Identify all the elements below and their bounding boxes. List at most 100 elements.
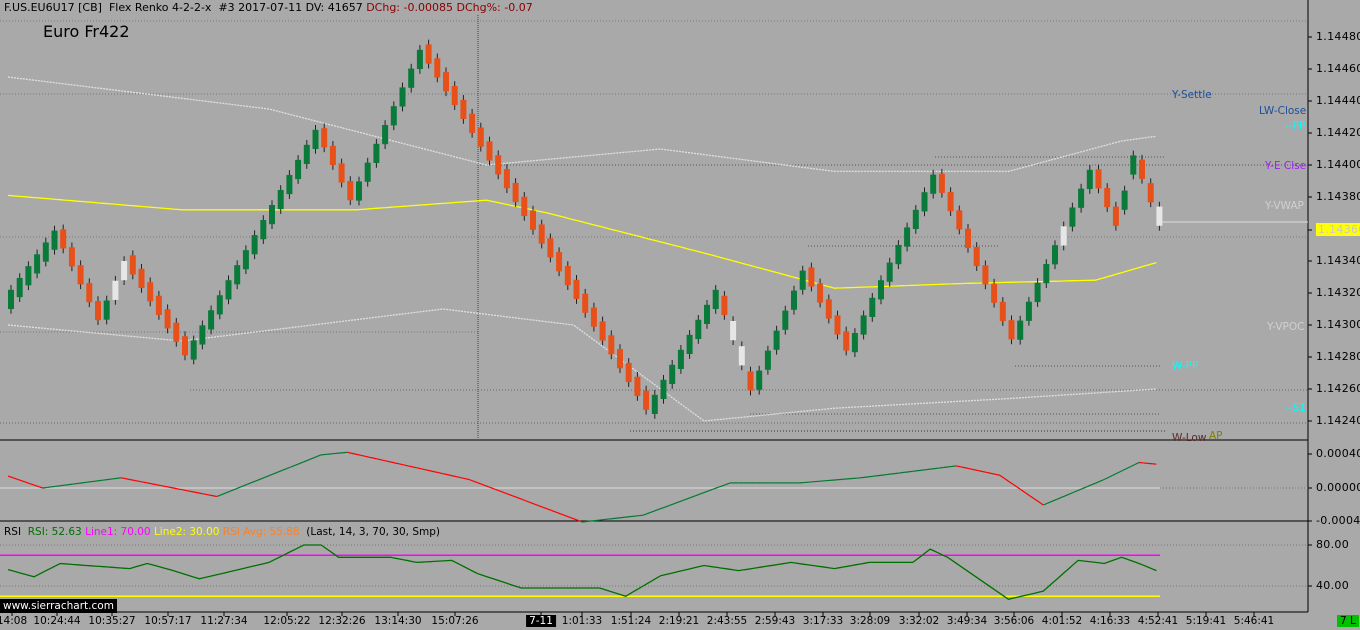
time-label-text: 3:56:06 <box>993 615 1035 627</box>
time-label-text: 12:32:26 <box>318 615 366 627</box>
oscillator-segment <box>951 465 957 468</box>
oscillator-segment <box>708 488 713 492</box>
oscillator-segment <box>1021 489 1027 494</box>
renko-brick <box>808 267 815 287</box>
oscillator-segment <box>264 475 270 478</box>
level-label: AP <box>1209 430 1223 442</box>
renko-brick <box>503 169 510 189</box>
oscillator-axis-label: 0.00000 <box>1316 481 1360 494</box>
renko-brick <box>1139 159 1145 179</box>
renko-brick <box>617 349 623 369</box>
oscillator-segment <box>60 484 65 487</box>
oscillator-segment <box>55 485 61 487</box>
renko-brick <box>469 113 476 133</box>
oscillator-segment <box>1043 502 1048 506</box>
renko-brick <box>86 283 93 303</box>
time-label-text: 3:28:09 <box>849 615 891 627</box>
rsi-avg: RSI Avg: 55.88 <box>222 526 300 538</box>
oscillator-segment <box>251 480 257 484</box>
time-label-text: 3:17:33 <box>802 615 844 627</box>
oscillator-segment <box>294 462 300 466</box>
renko-brick <box>225 280 232 300</box>
time-axis-label: 3:28:09 <box>850 615 890 627</box>
price-axis-label-text: 1.14420 <box>1316 126 1360 139</box>
time-axis-label: 10:24:44 <box>33 615 80 627</box>
renko-brick <box>399 87 406 107</box>
oscillator-segment <box>473 480 479 484</box>
time-label-text: 2:43:55 <box>706 615 748 627</box>
renko-brick <box>590 307 597 327</box>
oscillator-segment <box>425 469 431 472</box>
renko-brick <box>155 295 162 315</box>
oscillator-segment <box>655 508 661 511</box>
oscillator-segment <box>964 467 970 470</box>
oscillator-segment <box>281 468 287 472</box>
rsi-axis-label-text: 80.00 <box>1316 538 1349 551</box>
oscillator-segment <box>112 477 117 480</box>
level-label: Y-E Clse <box>1265 160 1307 172</box>
oscillator-segment <box>290 464 296 468</box>
renko-brick <box>199 325 206 345</box>
oscillator-segment <box>525 500 531 503</box>
oscillator-segment <box>682 498 687 502</box>
oscillator-segment <box>190 490 196 493</box>
time-axis-label: 3:49:34 <box>947 615 987 627</box>
oscillator-segment <box>1051 498 1057 502</box>
renko-brick <box>443 72 449 92</box>
oscillator-segment <box>316 454 322 458</box>
current-price-label-text: 1.14360 <box>1316 223 1360 236</box>
renko-brick <box>1078 188 1085 208</box>
current-price-label: 1.14360 <box>1316 223 1360 236</box>
renko-brick <box>817 283 824 303</box>
oscillator-segment <box>481 483 487 487</box>
oscillator-segment <box>695 493 700 497</box>
renko-brick <box>608 335 615 355</box>
oscillator-segment <box>29 482 35 486</box>
oscillator-segment <box>690 495 696 498</box>
renko-brick <box>1095 169 1102 189</box>
oscillator-segment <box>660 506 666 510</box>
renko-brick <box>512 182 519 203</box>
renko-brick <box>1069 207 1076 227</box>
level-label: W-Low <box>1172 432 1207 444</box>
oscillator-segment <box>247 482 252 485</box>
renko-brick <box>208 310 215 330</box>
time-label-text: 4:16:33 <box>1089 615 1131 627</box>
renko-brick <box>999 301 1006 322</box>
symbol: F.US.EU6U17 [CB] <box>4 1 102 14</box>
oscillator-segment <box>277 469 283 473</box>
renko-brick <box>260 220 267 240</box>
time-axis-label: 4:16:33 <box>1090 615 1130 627</box>
oscillator-segment <box>25 481 30 485</box>
renko-brick <box>869 297 876 317</box>
renko-brick <box>1130 155 1137 175</box>
renko-brick <box>599 321 606 341</box>
renko-brick <box>634 376 641 396</box>
renko-brick <box>1025 301 1032 321</box>
renko-brick <box>295 159 302 180</box>
renko-brick <box>1017 320 1024 340</box>
oscillator-segment <box>138 480 143 483</box>
renko-brick <box>138 268 145 288</box>
oscillator-segment <box>1034 498 1040 503</box>
oscillator-segment <box>986 471 992 474</box>
time-axis-label: 3:32:02 <box>899 615 939 627</box>
oscillator-segment <box>895 472 900 475</box>
oscillator-segment <box>134 479 139 482</box>
oscillator-segment <box>990 472 996 475</box>
oscillator-segment <box>1060 495 1066 499</box>
renko-brick <box>364 162 371 182</box>
renko-brick <box>1147 183 1154 203</box>
sierrachart-link[interactable]: www.sierrachart.com <box>0 599 117 613</box>
renko-brick <box>216 295 223 315</box>
renko-brick <box>547 238 554 258</box>
oscillator-segment <box>364 455 370 458</box>
oscillator-segment <box>668 503 674 507</box>
oscillator-segment <box>103 478 109 481</box>
renko-brick <box>277 189 284 210</box>
renko-brick <box>460 99 467 120</box>
time-label-text: 5:46:41 <box>1233 615 1275 627</box>
time-label-text: 2:59:43 <box>754 615 796 627</box>
renko-brick <box>68 247 75 267</box>
renko-brick <box>973 246 980 267</box>
